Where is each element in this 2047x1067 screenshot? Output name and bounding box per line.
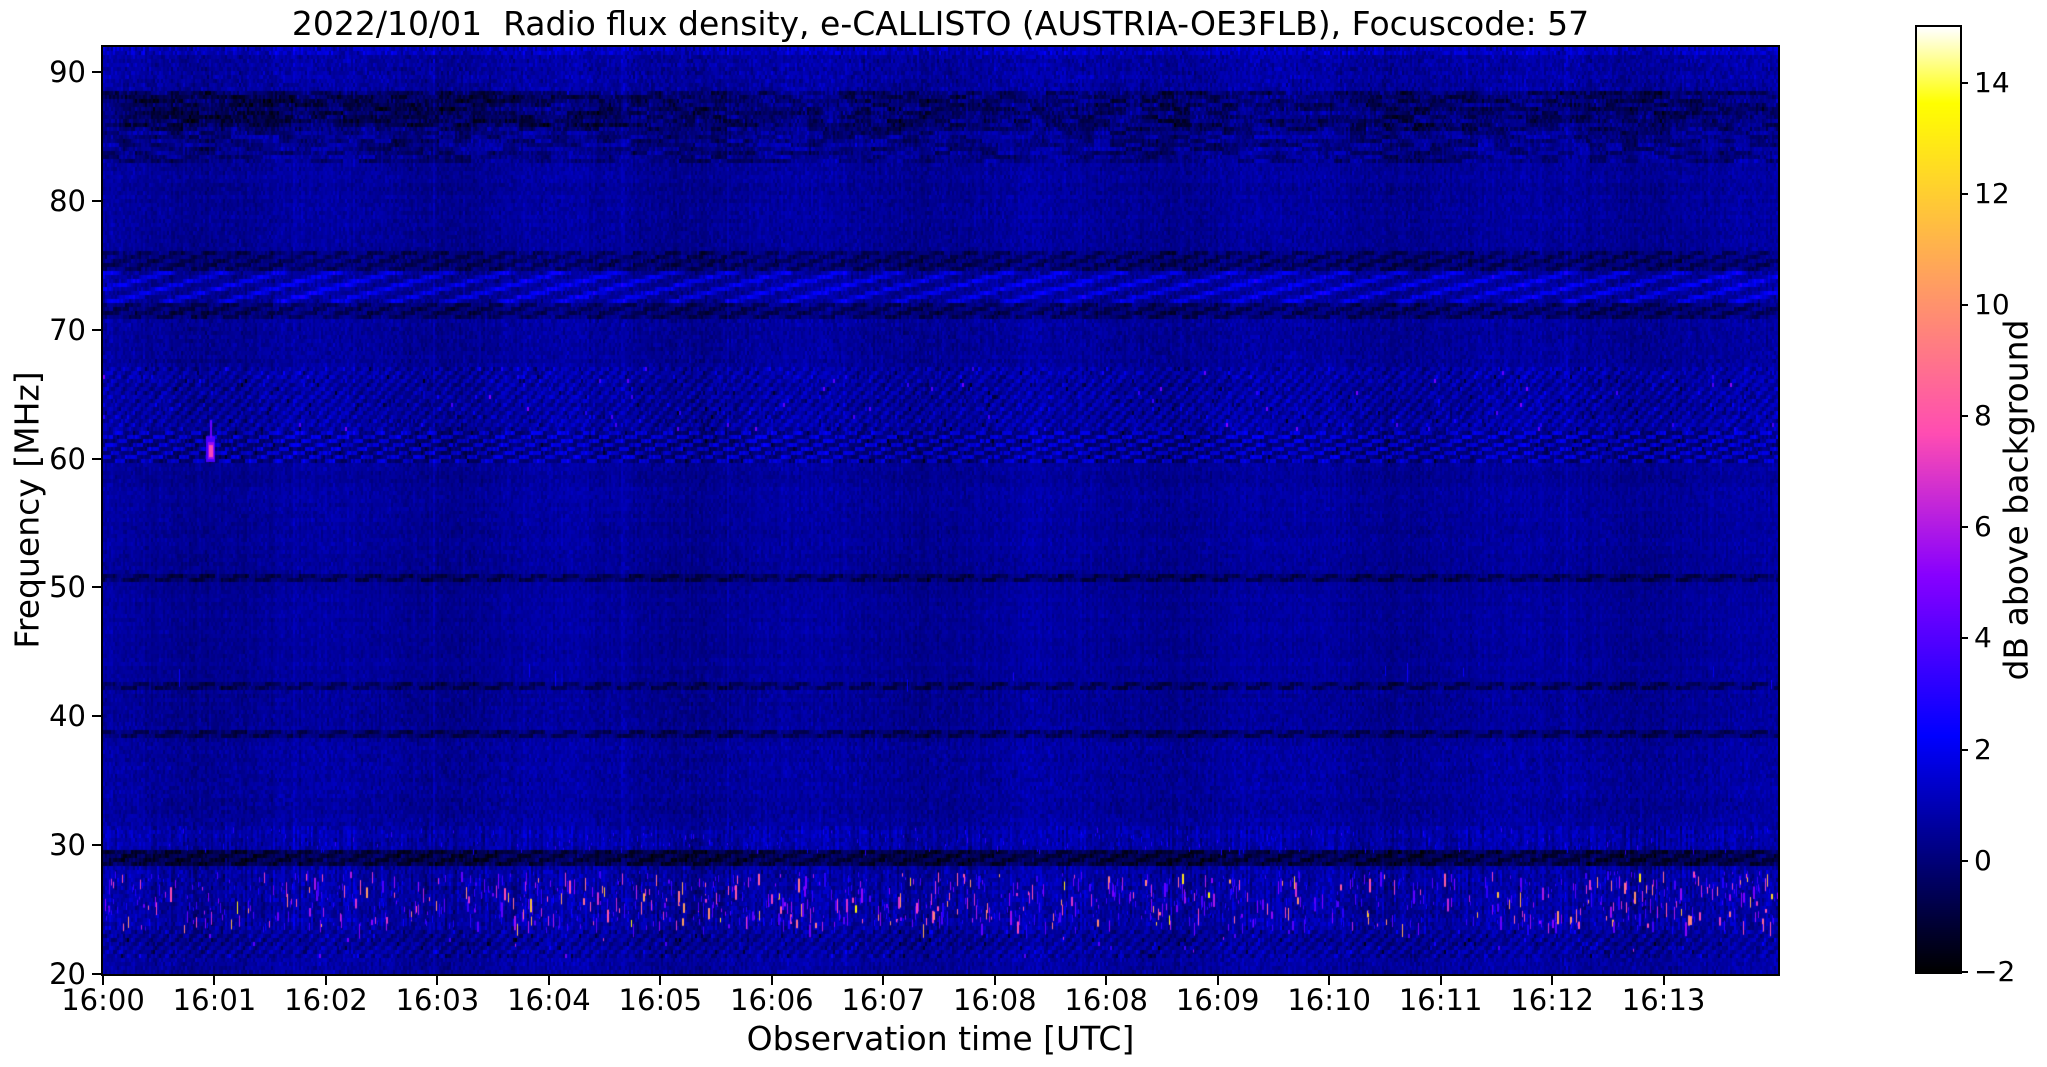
colorbar-tick-mark <box>1960 81 1968 84</box>
y-tick-label: 90 <box>49 54 86 89</box>
y-tick-mark <box>92 844 101 847</box>
y-tick-label: 80 <box>49 183 86 218</box>
x-tick-label: 16:13 <box>1621 983 1706 1017</box>
colorbar-tick-label: 12 <box>1974 176 2010 210</box>
y-tick-mark <box>92 973 101 975</box>
colorbar-tick-mark <box>1960 526 1968 529</box>
y-tick-mark <box>92 586 101 589</box>
y-tick-mark <box>92 457 101 460</box>
y-tick-label: 70 <box>49 312 86 347</box>
y-tick-mark <box>92 328 101 331</box>
plot-area <box>101 45 1780 976</box>
y-tick-label: 40 <box>49 699 86 734</box>
colorbar-tick-label: 2 <box>1974 732 1992 766</box>
y-tick-label: 30 <box>49 828 86 863</box>
chart-title: 2022/10/01 Radio flux density, e-CALLIST… <box>291 4 1590 43</box>
colorbar-tick-mark <box>1960 859 1968 862</box>
colorbar-tick-mark <box>1960 415 1968 418</box>
spectrogram-figure: 2022/10/01 Radio flux density, e-CALLIST… <box>0 0 2047 1067</box>
colorbar-label: dB above background <box>1996 319 2036 681</box>
x-axis-label: Observation time [UTC] <box>746 1019 1135 1058</box>
colorbar-tick-label: 10 <box>1974 287 2010 321</box>
colorbar-tick-label: 0 <box>1974 843 1992 877</box>
colorbar-tick-mark <box>1960 971 1968 973</box>
y-tick-label: 20 <box>49 957 86 991</box>
y-tick-mark <box>92 70 101 73</box>
colorbar-canvas <box>1917 27 1960 972</box>
y-tick-mark <box>92 199 101 202</box>
colorbar <box>1915 25 1962 974</box>
y-tick-mark <box>92 715 101 718</box>
colorbar-tick-label: −2 <box>1974 955 2016 988</box>
colorbar-tick-mark <box>1960 303 1968 306</box>
y-axis-label: Frequency [MHz] <box>7 371 47 649</box>
colorbar-tick-mark <box>1960 748 1968 751</box>
colorbar-tick-label: 14 <box>1974 65 2010 99</box>
spectrogram-canvas <box>103 47 1778 974</box>
colorbar-tick-mark <box>1960 192 1968 195</box>
colorbar-tick-mark <box>1960 637 1968 640</box>
